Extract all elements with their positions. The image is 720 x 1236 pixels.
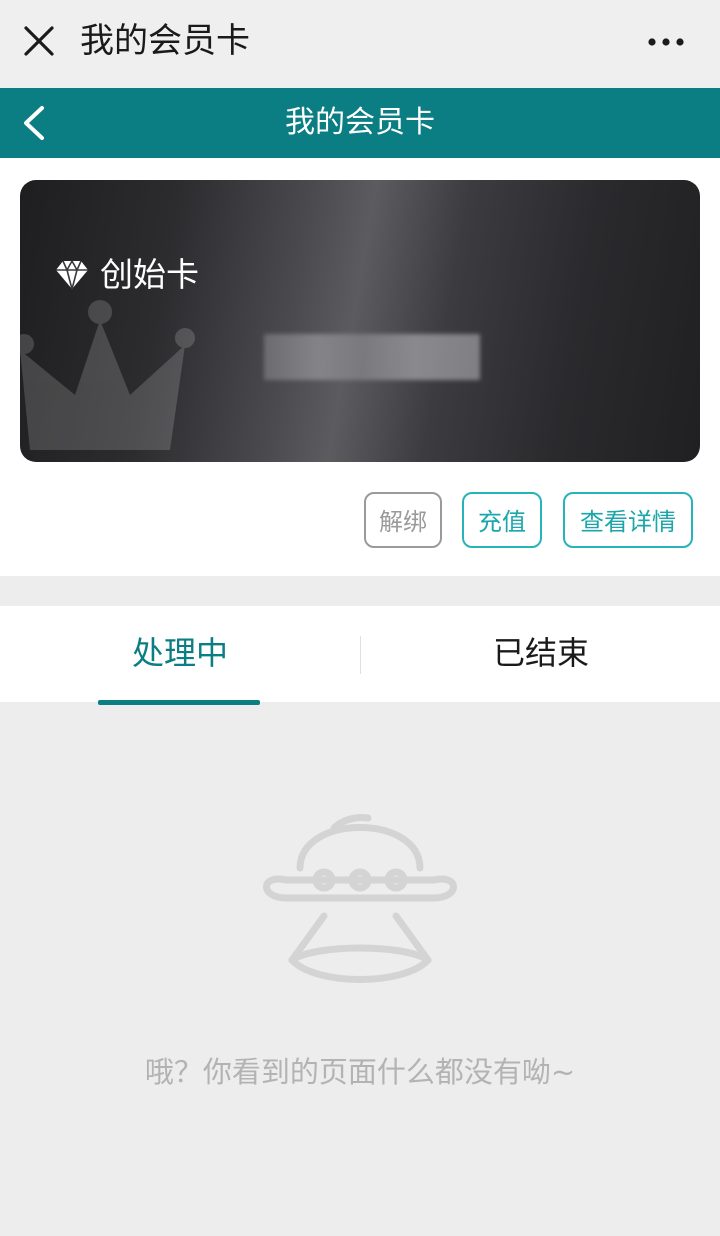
recharge-button[interactable]: 充值 — [462, 492, 542, 548]
diamond-icon — [56, 260, 88, 290]
tab-ended[interactable]: 已结束 — [361, 606, 720, 702]
crown-watermark-icon — [20, 300, 195, 450]
card-section: 创始卡 解绑 充值 查看详情 — [0, 158, 720, 576]
tab-processing[interactable]: 处理中 — [0, 606, 360, 702]
card-name: 创始卡 — [100, 255, 199, 294]
card-actions: 解绑 充值 查看详情 — [0, 492, 720, 552]
more-icon[interactable] — [646, 30, 686, 54]
member-card[interactable]: 创始卡 — [20, 180, 700, 462]
view-details-button[interactable]: 查看详情 — [563, 492, 693, 548]
unbind-button[interactable]: 解绑 — [364, 492, 442, 548]
close-icon[interactable] — [22, 24, 56, 58]
ufo-icon — [263, 814, 457, 983]
empty-state-message: 哦？你看到的页面什么都没有呦~ — [144, 1055, 576, 1089]
nav-bar: 我的会员卡 — [0, 88, 720, 158]
card-name-row: 创始卡 — [54, 252, 199, 298]
empty-state: 哦？你看到的页面什么都没有呦~ — [0, 706, 720, 1236]
card-number-redacted — [264, 334, 480, 380]
top-bar-title: 我的会员卡 — [80, 21, 250, 61]
active-tab-indicator — [98, 700, 260, 705]
tabs: 处理中 已结束 — [0, 606, 720, 702]
nav-bar-title: 我的会员卡 — [285, 105, 435, 140]
chevron-left-icon[interactable] — [20, 104, 48, 142]
top-bar: 我的会员卡 — [0, 0, 720, 88]
